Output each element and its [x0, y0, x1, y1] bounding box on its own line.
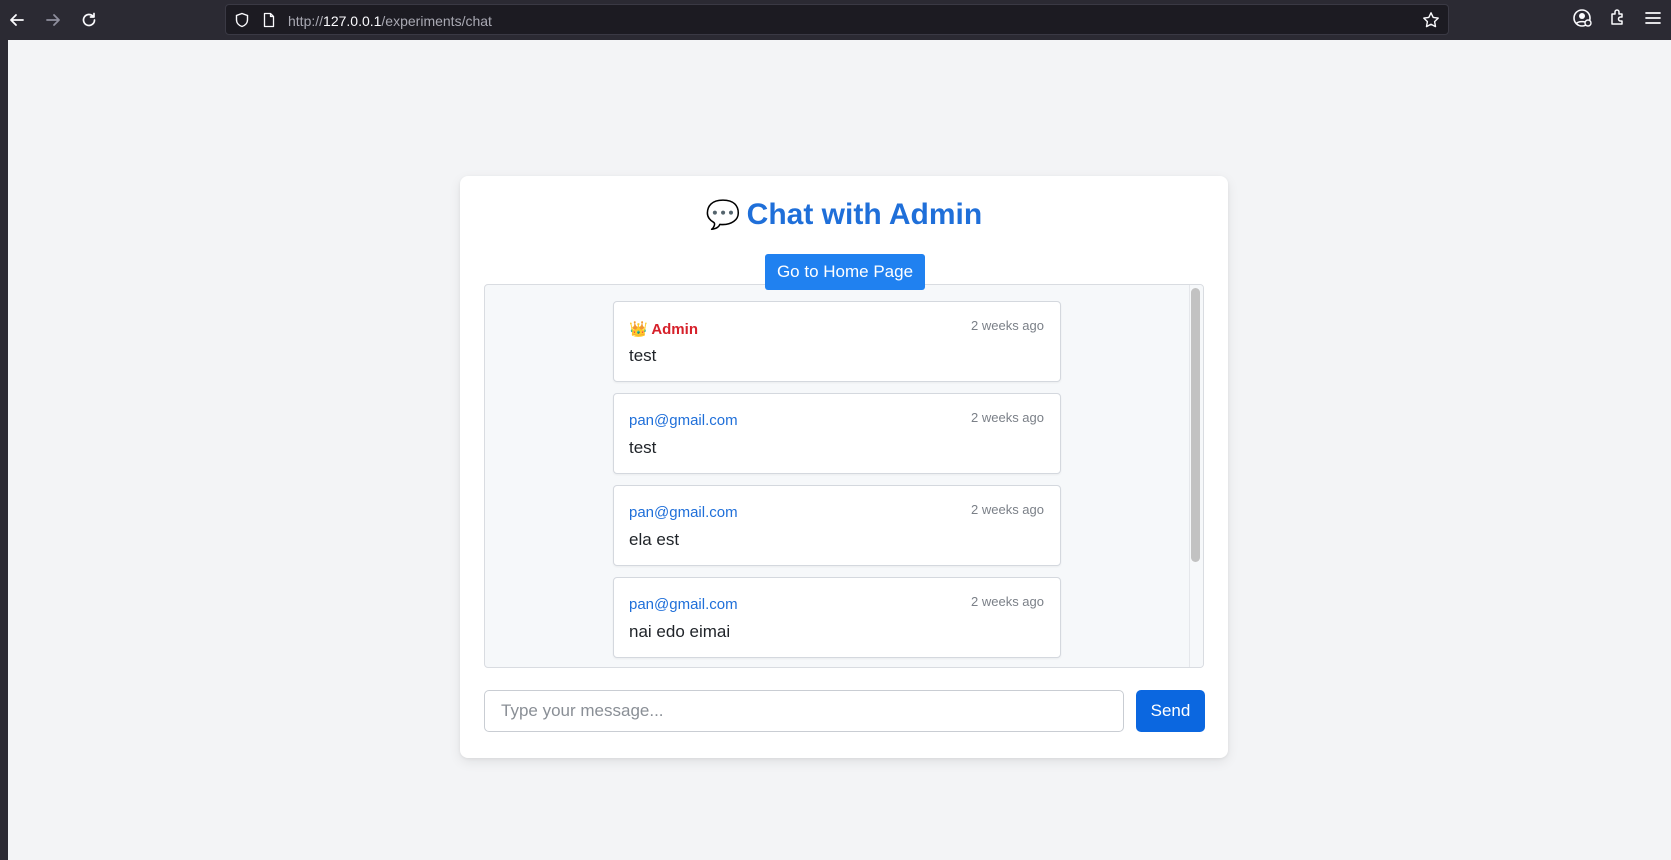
chat-card: 💬 Chat with Admin 👑 Admin 2 weeks ago tes… — [460, 176, 1228, 758]
go-home-button[interactable]: Go to Home Page — [765, 254, 925, 290]
address-bar[interactable]: http://127.0.0.1/experiments/chat — [225, 4, 1449, 35]
reload-button[interactable] — [77, 8, 101, 32]
message-item: pan@gmail.com 2 weeks ago nai edo eimai — [613, 577, 1061, 658]
message-text: nai edo eimai — [629, 622, 731, 641]
message-item: pan@gmail.com 2 weeks ago ela est — [613, 485, 1061, 566]
puzzle-icon — [1611, 9, 1623, 25]
browser-toolbar: http://127.0.0.1/experiments/chat — [0, 0, 1671, 40]
back-button[interactable] — [5, 8, 29, 32]
url-host: 127.0.0.1 — [323, 13, 382, 29]
message-list[interactable]: 👑 Admin 2 weeks ago test pan@gmail.com 2… — [484, 284, 1204, 668]
message-time: 2 weeks ago — [971, 410, 1044, 425]
url-path: /experiments/chat — [381, 13, 492, 29]
message-sender: pan@gmail.com — [629, 504, 738, 521]
message-text: test — [629, 438, 657, 457]
message-input[interactable] — [484, 690, 1124, 732]
account-button[interactable] — [1572, 8, 1594, 30]
message-time: 2 weeks ago — [971, 318, 1044, 333]
send-button[interactable]: Send — [1136, 690, 1205, 732]
page-title-text: Chat with Admin — [746, 198, 983, 231]
page-icon — [263, 12, 275, 28]
hamburger-menu-icon — [1645, 12, 1661, 24]
message-sender: 👑 Admin — [629, 320, 698, 338]
bookmark-star-icon[interactable] — [1422, 11, 1440, 29]
page-viewport: 💬 Chat with Admin 👑 Admin 2 weeks ago tes… — [8, 40, 1671, 860]
forward-arrow-icon — [46, 14, 60, 26]
account-icon — [1573, 9, 1592, 27]
scrollbar-thumb[interactable] — [1191, 288, 1200, 562]
shield-icon[interactable] — [234, 12, 250, 28]
back-arrow-icon — [10, 14, 24, 26]
message-text: ela est — [629, 530, 680, 549]
crown-icon: 👑 — [629, 321, 648, 338]
message-list-scrollbar[interactable] — [1189, 285, 1203, 667]
page-title: 💬 Chat with Admin — [460, 198, 1228, 232]
message-sender: pan@gmail.com — [629, 412, 738, 429]
menu-button[interactable] — [1643, 8, 1665, 30]
message-time: 2 weeks ago — [971, 502, 1044, 517]
message-sender: pan@gmail.com — [629, 596, 738, 613]
extensions-button[interactable] — [1608, 8, 1630, 30]
sender-name: Admin — [651, 321, 698, 338]
message-item: 👑 Admin 2 weeks ago test — [613, 301, 1061, 382]
forward-button[interactable] — [41, 8, 65, 32]
message-item: pan@gmail.com 2 weeks ago test — [613, 393, 1061, 474]
speech-bubble-icon: 💬 — [705, 199, 741, 230]
url-text[interactable]: http://127.0.0.1/experiments/chat — [288, 13, 492, 29]
message-time: 2 weeks ago — [971, 594, 1044, 609]
reload-icon — [82, 12, 96, 27]
url-prefix: http:// — [288, 13, 324, 29]
message-text: test — [629, 346, 657, 365]
